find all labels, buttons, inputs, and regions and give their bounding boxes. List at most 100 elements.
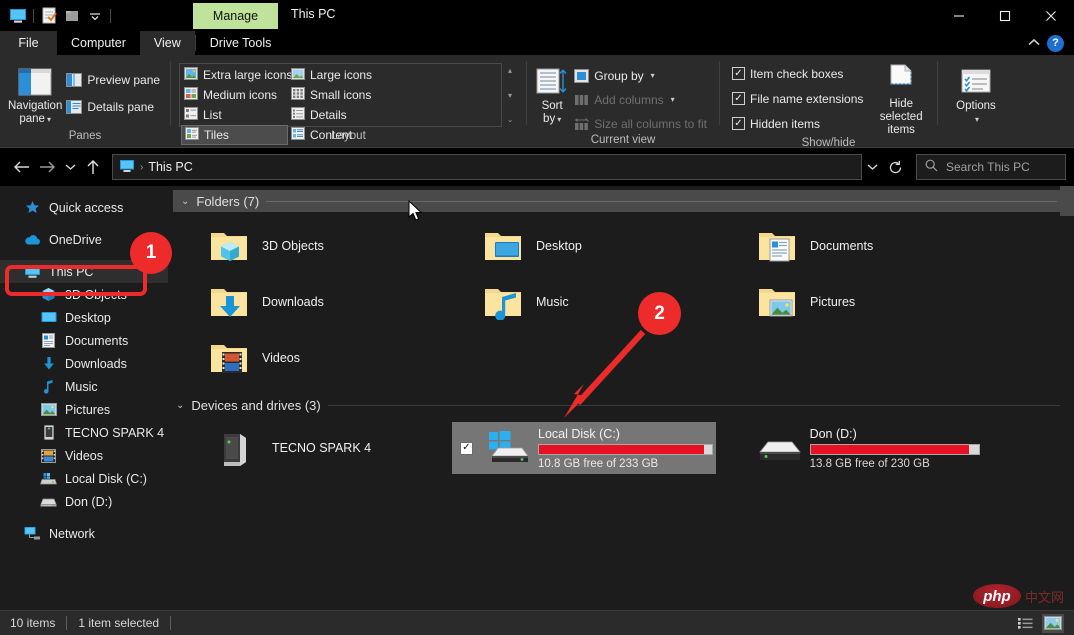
status-view-buttons[interactable]: [1014, 613, 1064, 633]
contextual-tab-manage[interactable]: Manage: [193, 3, 278, 29]
forward-button[interactable]: [34, 154, 60, 180]
details-pane-button[interactable]: Details pane: [62, 96, 164, 117]
new-folder-icon[interactable]: [62, 6, 82, 26]
quick-access-toolbar[interactable]: [0, 6, 113, 26]
minimize-button[interactable]: [936, 0, 982, 31]
add-columns-button[interactable]: Add columns ▾: [569, 89, 711, 110]
collapse-ribbon-icon[interactable]: [1027, 36, 1041, 50]
layout-extra-large-icons[interactable]: Extra large icons: [181, 65, 292, 85]
device-checkbox[interactable]: ✓: [460, 441, 476, 455]
window-controls[interactable]: [936, 0, 1074, 31]
tile-3d-objects[interactable]: 3D Objects: [188, 218, 462, 274]
chevron-down-icon[interactable]: ⌄: [181, 196, 189, 207]
tab-computer[interactable]: Computer: [57, 31, 140, 55]
group-by-caret-icon[interactable]: ▾: [651, 71, 655, 80]
sidebar-item-documents[interactable]: Documents: [0, 329, 168, 352]
sidebar-item-network[interactable]: Network: [0, 522, 168, 545]
tile-videos[interactable]: Videos: [188, 330, 462, 386]
sidebar-item-pictures[interactable]: Pictures: [0, 398, 168, 421]
layout-medium-icons[interactable]: Medium icons: [181, 85, 288, 105]
help-icon[interactable]: ?: [1047, 34, 1064, 52]
layout-large-icons[interactable]: Large icons: [288, 65, 395, 85]
group-by-button[interactable]: Group by ▾: [569, 65, 711, 86]
layout-gallery-scroll[interactable]: ▴ ▾ ⌄: [502, 63, 518, 127]
tile-label: Music: [536, 295, 569, 309]
device-name: Local Disk (C:): [538, 426, 620, 441]
hide-selected-items-button[interactable]: Hide selected items: [873, 59, 929, 137]
hidden-items-checkbox[interactable]: ✓: [732, 117, 745, 130]
ribbon-right-controls[interactable]: ?: [1027, 31, 1074, 55]
pictures-icon: [40, 401, 57, 418]
sidebar-item-quick-access[interactable]: Quick access: [0, 196, 168, 219]
layout-gallery[interactable]: Extra large icons Large icons Medium ico…: [179, 63, 503, 145]
item-check-boxes-option[interactable]: ✓ Item check boxes: [728, 63, 867, 84]
sidebar-item-videos[interactable]: Videos: [0, 444, 168, 467]
chevron-down-icon[interactable]: ⌄: [176, 400, 184, 411]
tile-music[interactable]: Music: [462, 274, 736, 330]
scrollbar-thumb[interactable]: [1060, 186, 1074, 216]
refresh-button[interactable]: [882, 154, 908, 180]
navigation-pane-button[interactable]: Navigation pane ▾: [8, 61, 62, 126]
tile-downloads[interactable]: Downloads: [188, 274, 462, 330]
layout-small-icons[interactable]: Small icons: [288, 85, 395, 105]
tab-view[interactable]: View: [139, 31, 195, 55]
customize-dropdown-icon[interactable]: [85, 6, 105, 26]
status-selection: 1 item selected: [78, 616, 160, 630]
content-scrollbar[interactable]: [1060, 186, 1074, 610]
tile-documents[interactable]: Documents: [736, 218, 1010, 274]
hidden-items-option[interactable]: ✓ Hidden items: [728, 113, 867, 134]
options-caret-icon[interactable]: ▾: [975, 113, 979, 126]
maximize-button[interactable]: [982, 0, 1028, 31]
properties-icon[interactable]: [39, 6, 59, 26]
address-field[interactable]: › This PC: [112, 154, 862, 180]
navigation-pane-label-2: pane ▾: [19, 113, 51, 125]
recent-locations-button[interactable]: [60, 154, 80, 180]
add-columns-icon: [573, 92, 589, 108]
tab-drive-tools[interactable]: Drive Tools: [196, 31, 286, 55]
sidebar-item-downloads[interactable]: Downloads: [0, 352, 168, 375]
scroll-up-icon[interactable]: ▴: [508, 66, 512, 75]
details-view-icon[interactable]: [1014, 614, 1036, 633]
sidebar-item-3d-objects[interactable]: 3D Objects: [0, 283, 168, 306]
layout-details[interactable]: Details: [288, 105, 395, 125]
layout-list[interactable]: List: [181, 105, 288, 125]
tile-pictures[interactable]: Pictures: [736, 274, 1010, 330]
device-don-d[interactable]: Don (D:) 13.8 GB free of 230 GB: [716, 422, 980, 474]
sidebar-item-label: OneDrive: [49, 232, 102, 247]
group-header-devices[interactable]: ⌄ Devices and drives (3): [168, 394, 1074, 416]
window-title: This PC: [291, 7, 336, 21]
this-pc-icon[interactable]: [8, 6, 28, 26]
breadcrumb-this-pc[interactable]: This PC: [148, 160, 192, 174]
search-box[interactable]: Search This PC: [916, 154, 1066, 180]
up-button[interactable]: [80, 154, 106, 180]
sidebar-item-music[interactable]: Music: [0, 375, 168, 398]
back-button[interactable]: [8, 154, 34, 180]
options-button[interactable]: Options ▾: [946, 61, 1006, 126]
gallery-expand-icon[interactable]: ⌄: [507, 115, 514, 124]
add-columns-caret-icon[interactable]: ▾: [671, 95, 675, 104]
breadcrumb-separator[interactable]: ›: [140, 162, 143, 173]
scroll-down-icon[interactable]: ▾: [508, 91, 512, 100]
ribbon-tab-strip[interactable]: File Computer View Drive Tools ?: [0, 31, 1074, 55]
sort-by-button[interactable]: Sort by ▾: [535, 61, 569, 126]
tile-label: Desktop: [536, 239, 582, 253]
file-name-extensions-option[interactable]: ✓ File name extensions: [728, 88, 867, 109]
large-icons-view-icon[interactable]: [1042, 613, 1064, 633]
sidebar-item-local-disk-c[interactable]: Local Disk (C:): [0, 467, 168, 490]
device-tecno-spark-4[interactable]: TECNO SPARK 4: [188, 422, 452, 474]
address-dropdown-button[interactable]: [862, 154, 882, 180]
sidebar-item-don-d[interactable]: Don (D:): [0, 490, 168, 513]
item-check-boxes-checkbox[interactable]: ✓: [732, 67, 745, 80]
search-input[interactable]: Search This PC: [946, 160, 1030, 174]
file-name-extensions-checkbox[interactable]: ✓: [732, 92, 745, 105]
size-all-columns-button[interactable]: Size all columns to fit: [569, 113, 711, 134]
tab-file[interactable]: File: [0, 31, 57, 55]
device-local-disk-c[interactable]: ✓ Local Disk (C:) 10.8 GB free of 233 GB: [452, 422, 716, 474]
close-button[interactable]: [1028, 0, 1074, 31]
group-header-folders[interactable]: ⌄ Folders (7): [173, 190, 1071, 212]
sidebar-item-tecno-spark-4[interactable]: TECNO SPARK 4: [0, 421, 168, 444]
layout-large-icons-label: Large icons: [310, 68, 373, 82]
sidebar-item-desktop[interactable]: Desktop: [0, 306, 168, 329]
preview-pane-button[interactable]: Preview pane: [62, 69, 164, 90]
tile-desktop[interactable]: Desktop: [462, 218, 736, 274]
